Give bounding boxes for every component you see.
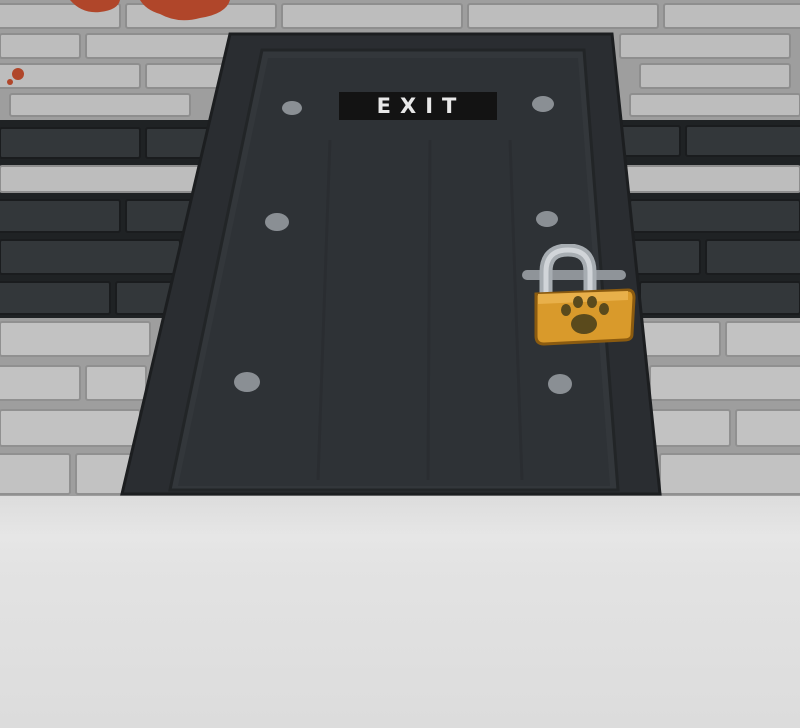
brick-wall — [0, 0, 800, 500]
padlock[interactable] — [520, 244, 640, 348]
game-scene: EXIT — [0, 0, 800, 728]
exit-sign: EXIT — [339, 92, 497, 120]
floor-shadow — [0, 496, 800, 536]
